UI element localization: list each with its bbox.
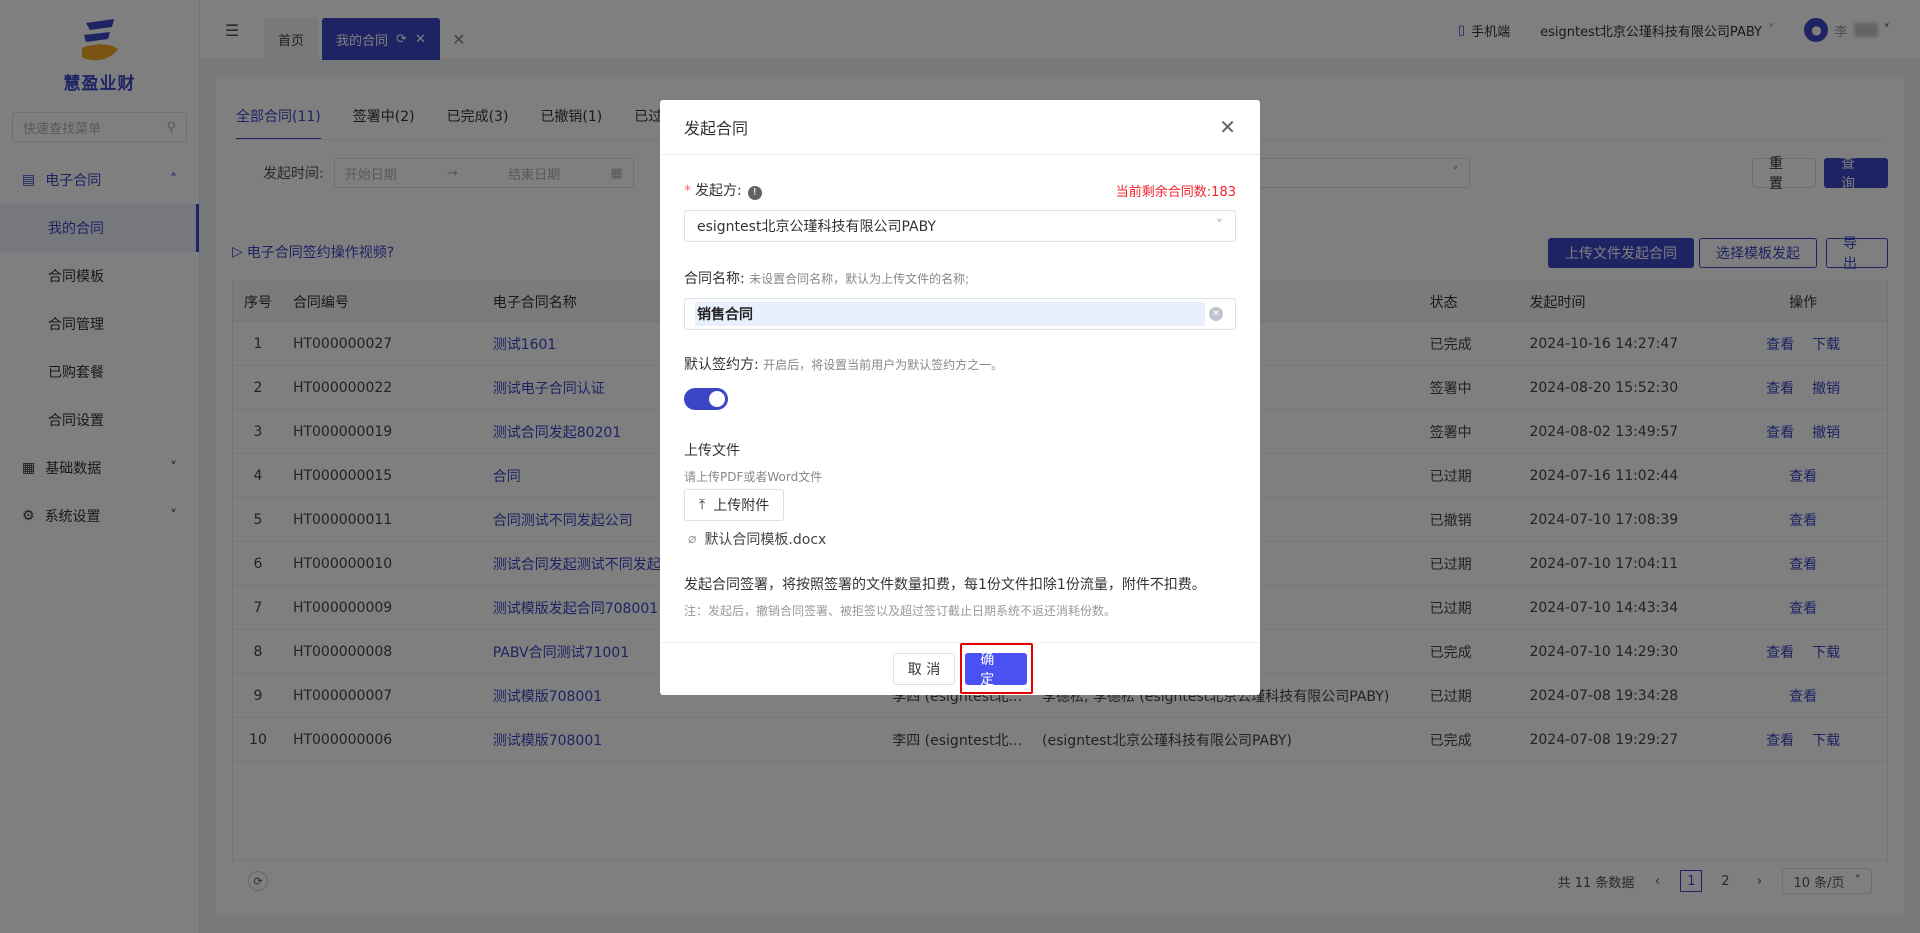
start-contract-modal: 发起合同 ✕ * 发起方:! 当前剩余合同数:183 esigntest北京公瑾科… [660, 100, 1260, 695]
default-signer-toggle[interactable] [684, 388, 728, 410]
initiator-select[interactable]: esigntest北京公瑾科技有限公司PABY ˅ [684, 210, 1236, 242]
required-mark: * [684, 183, 691, 199]
contract-name-field: 合同名称: 未设置合同名称，默认为上传文件的名称; 销售合同 ✕ [684, 268, 1236, 330]
upload-icon: ⤒ [699, 497, 706, 513]
uploaded-file[interactable]: ⌀ 默认合同模板.docx [684, 529, 1236, 549]
paperclip-icon: ⌀ [688, 531, 697, 547]
confirm-highlight-box [960, 643, 1033, 694]
upload-label: 上传文件 [684, 443, 740, 459]
chevron-down-icon: ˅ [1216, 218, 1223, 234]
remaining-value: 183 [1211, 184, 1236, 200]
default-signer-label: 默认签约方: [684, 357, 759, 373]
upload-field: 上传文件 请上传PDF或者Word文件 ⤒ 上传附件 ⌀ 默认合同模板.docx [684, 440, 1236, 549]
default-signer-field: 默认签约方: 开启后，将设置当前用户为默认签约方之一。 [684, 354, 1236, 410]
upload-attachment-button[interactable]: ⤒ 上传附件 [684, 489, 785, 521]
upload-hint: 请上传PDF或者Word文件 [684, 470, 823, 484]
contract-name-value: 销售合同 [695, 302, 1205, 326]
initiator-value: esigntest北京公瑾科技有限公司PABY [697, 219, 936, 235]
clear-icon[interactable]: ✕ [1209, 307, 1223, 321]
file-name: 默认合同模板.docx [704, 532, 827, 548]
name-hint: 未设置合同名称，默认为上传文件的名称; [749, 272, 970, 286]
remaining-label: 当前剩余合同数: [1115, 184, 1212, 200]
default-signer-hint: 开启后，将设置当前用户为默认签约方之一。 [763, 358, 1004, 372]
initiator-label: 发起方: [695, 183, 742, 199]
modal-header: 发起合同 ✕ [660, 100, 1260, 155]
name-label: 合同名称: [684, 271, 745, 287]
remaining-count: 当前剩余合同数:183 [1116, 181, 1236, 200]
info-icon[interactable]: ! [747, 185, 762, 200]
upload-button-label: 上传附件 [713, 498, 770, 514]
cancel-button[interactable]: 取 消 [892, 653, 956, 685]
fee-note: 注：发起后，撤销合同签署、被拒签以及超过签订截止日期系统不返还消耗份数。 [684, 604, 1117, 618]
close-icon[interactable]: ✕ [1219, 115, 1236, 139]
fee-notice: 发起合同签署，将按照签署的文件数量扣费，每1份文件扣除1份流量，附件不扣费。 [684, 577, 1206, 593]
contract-name-input[interactable]: 销售合同 ✕ [684, 298, 1236, 330]
modal-title: 发起合同 [684, 119, 749, 138]
initiator-field: * 发起方:! 当前剩余合同数:183 esigntest北京公瑾科技有限公司PA… [684, 180, 1236, 242]
